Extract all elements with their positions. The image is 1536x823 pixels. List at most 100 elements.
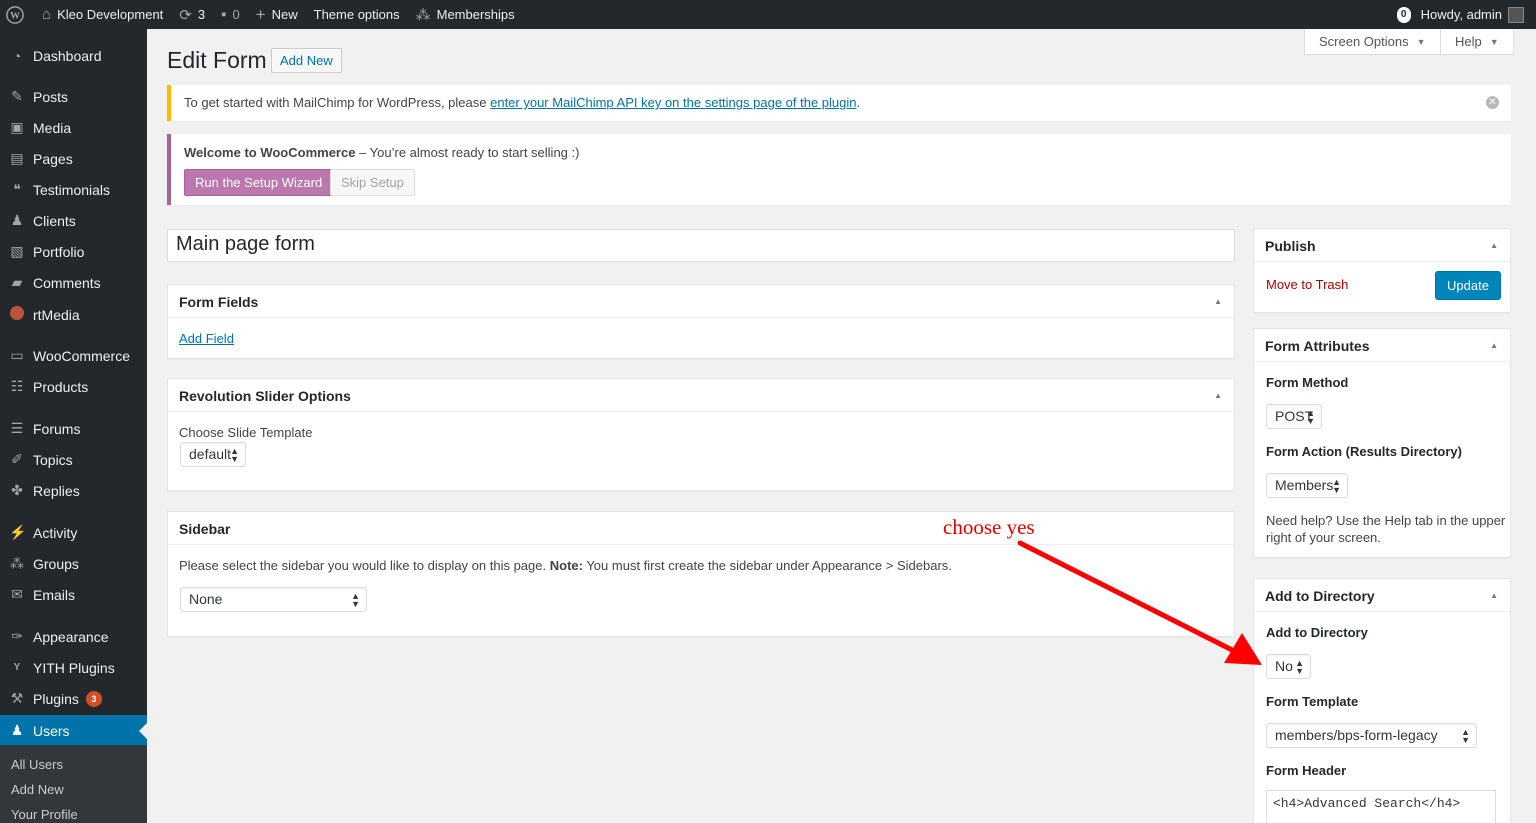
woocommerce-notice: Welcome to WooCommerce – You’re almost r… <box>167 134 1511 205</box>
new-content-link[interactable]: + New <box>248 0 306 29</box>
groups-icon: ⁂ <box>415 6 431 24</box>
sidebar-item-activity[interactable]: ⚡ Activity <box>0 517 147 548</box>
form-attributes-box: Form Attributes ▲ Form Method POST ▲ ▼ Fo… <box>1253 328 1511 558</box>
run-setup-wizard-button[interactable]: Run the Setup Wizard <box>184 169 334 196</box>
select-arrows-icon: ▲ ▼ <box>1461 727 1470 745</box>
mailchimp-settings-link[interactable]: enter your MailChimp API key on the sett… <box>490 95 856 110</box>
form-header-textarea[interactable]: <h4>Advanced Search</h4> <box>1266 790 1496 823</box>
updates-count: 3 <box>197 7 206 22</box>
form-action-select[interactable]: Members ▲ ▼ <box>1266 473 1348 498</box>
sidebar-item-dashboard[interactable]: ◔ Dashboard <box>0 40 147 71</box>
comment-icon: ▰ <box>11 274 23 290</box>
update-button[interactable]: Update <box>1435 271 1501 300</box>
woo-icon: ▭ <box>10 347 24 363</box>
replies-icon: ✤ <box>11 482 23 498</box>
media-icon: ▣ <box>10 119 24 135</box>
admin-sidebar: ◔ Dashboard ✎ Posts ▣ Media ▤ Pages ❝ Testimo… <box>0 29 147 823</box>
sidebar-item-replies[interactable]: ✤ Replies <box>0 475 147 506</box>
collapse-arrow-icon[interactable]: ▲ <box>1214 297 1222 306</box>
plus-icon: + <box>255 4 266 24</box>
sidebar-item-groups[interactable]: ⁂ Groups <box>0 548 147 579</box>
sidebar-item-yith-plugins[interactable]: Y YITH Plugins <box>0 652 147 683</box>
slide-template-label: Choose Slide Template <box>179 425 313 440</box>
submenu-your-profile[interactable]: Your Profile <box>11 807 78 822</box>
memberships-label: Memberships <box>436 7 515 22</box>
yith-icon: Y <box>13 662 21 673</box>
theme-options-label: Theme options <box>313 7 400 22</box>
dismiss-icon[interactable]: ✕ <box>1486 96 1499 109</box>
sidebar-description: Please select the sidebar you would like… <box>179 558 550 573</box>
forums-icon: ☰ <box>10 420 24 436</box>
slide-template-select[interactable]: default ▲ ▼ <box>180 442 246 467</box>
page-title: Edit Form <box>167 47 267 73</box>
collapse-arrow-icon[interactable]: ▲ <box>1490 341 1498 350</box>
select-arrows-icon: ▲ ▼ <box>1332 477 1341 495</box>
help-button[interactable]: Help ▼ <box>1440 29 1514 55</box>
collapse-arrow-icon[interactable]: ▲ <box>1490 591 1498 600</box>
notification-count[interactable]: 0 <box>1396 6 1411 23</box>
form-fields-title: Form Fields <box>168 285 1234 318</box>
sidebar-item-comments[interactable]: ▰ Comments <box>0 267 147 298</box>
sidebar-item-rtmedia[interactable]: rtMedia <box>0 299 147 330</box>
sidebar-item-pages[interactable]: ▤ Pages <box>0 143 147 174</box>
theme-options-link[interactable]: Theme options <box>306 0 408 29</box>
woocommerce-notice-title: Welcome to WooCommerce <box>184 145 356 160</box>
quote-icon: ❝ <box>13 181 21 197</box>
sidebar-select[interactable]: None ▲ ▼ <box>180 587 367 612</box>
caret-down-icon: ▼ <box>1489 36 1499 47</box>
select-arrows-icon: ▲ ▼ <box>351 591 360 609</box>
comment-bubble-icon: ▪ <box>221 6 227 23</box>
updates-link[interactable]: ⟳ 3 <box>171 0 213 29</box>
form-header-label: Form Header <box>1266 763 1347 778</box>
dashboard-icon: ◔ <box>12 47 22 64</box>
add-new-button[interactable]: Add New <box>271 48 342 73</box>
caret-down-icon: ▼ <box>1416 36 1426 47</box>
sidebar-item-plugins[interactable]: ⚒ Plugins 3 <box>0 683 147 714</box>
wordpress-logo-icon[interactable]: W <box>0 0 32 29</box>
portfolio-icon: ▧ <box>10 243 24 259</box>
submenu-all-users[interactable]: All Users <box>11 757 63 772</box>
move-to-trash-link[interactable]: Move to Trash <box>1266 277 1348 292</box>
users-submenu: All Users Add New Your Profile <box>0 745 147 823</box>
sidebar-item-posts[interactable]: ✎ Posts <box>0 81 147 112</box>
topics-icon: ✐ <box>11 451 23 467</box>
pin-icon: ✎ <box>11 88 23 104</box>
submenu-add-new[interactable]: Add New <box>11 782 64 797</box>
sidebar-item-forums[interactable]: ☰ Forums <box>0 413 147 444</box>
plugin-icon: ⚒ <box>10 690 24 706</box>
skip-setup-button[interactable]: Skip Setup <box>330 169 415 196</box>
sidebar-item-woocommerce[interactable]: ▭ WooCommerce <box>0 340 147 371</box>
add-to-directory-select[interactable]: No ▲ ▼ <box>1266 654 1311 679</box>
collapse-arrow-icon[interactable]: ▲ <box>1214 391 1222 400</box>
form-fields-box: Form Fields ▲ Add Field <box>167 284 1235 359</box>
sidebar-item-users[interactable]: ♟ Users <box>0 715 147 746</box>
sidebar-item-products[interactable]: ☷ Products <box>0 371 147 402</box>
plugins-update-badge: 3 <box>85 690 102 707</box>
sidebar-item-clients[interactable]: ♟ Clients <box>0 205 147 236</box>
collapse-arrow-icon[interactable]: ▲ <box>1490 241 1498 250</box>
howdy-account[interactable]: Howdy, admin <box>1421 7 1502 22</box>
brush-icon: ✑ <box>11 628 23 644</box>
form-template-select[interactable]: members/bps-form-legacy ▲ ▼ <box>1266 723 1477 748</box>
form-title-input[interactable]: Main page form <box>167 229 1235 262</box>
help-text-line-1: Need help? Use the Help tab in the upper <box>1266 513 1506 528</box>
sidebar-item-appearance[interactable]: ✑ Appearance <box>0 621 147 652</box>
email-icon: ✉ <box>11 586 23 602</box>
sidebar-item-portfolio[interactable]: ▧ Portfolio <box>0 236 147 267</box>
refresh-icon: ⟳ <box>179 6 192 24</box>
mailchimp-notice-text: To get started with MailChimp for WordPr… <box>184 95 491 110</box>
rtmedia-icon <box>9 306 25 323</box>
sidebar-item-testimonials[interactable]: ❝ Testimonials <box>0 174 147 205</box>
archive-icon: ☷ <box>10 378 24 394</box>
form-method-select[interactable]: POST ▲ ▼ <box>1266 404 1322 429</box>
site-name-link[interactable]: ⌂ Kleo Development <box>32 0 171 29</box>
comments-link[interactable]: ▪ 0 <box>213 0 248 29</box>
person-icon: ♟ <box>10 212 24 228</box>
avatar[interactable] <box>1508 6 1524 23</box>
sidebar-item-media[interactable]: ▣ Media <box>0 112 147 143</box>
add-field-link[interactable]: Add Field <box>179 331 234 346</box>
sidebar-item-topics[interactable]: ✐ Topics <box>0 444 147 475</box>
sidebar-item-emails[interactable]: ✉ Emails <box>0 579 147 610</box>
screen-options-button[interactable]: Screen Options ▼ <box>1304 29 1441 55</box>
memberships-link[interactable]: ⁂ Memberships <box>408 0 523 29</box>
